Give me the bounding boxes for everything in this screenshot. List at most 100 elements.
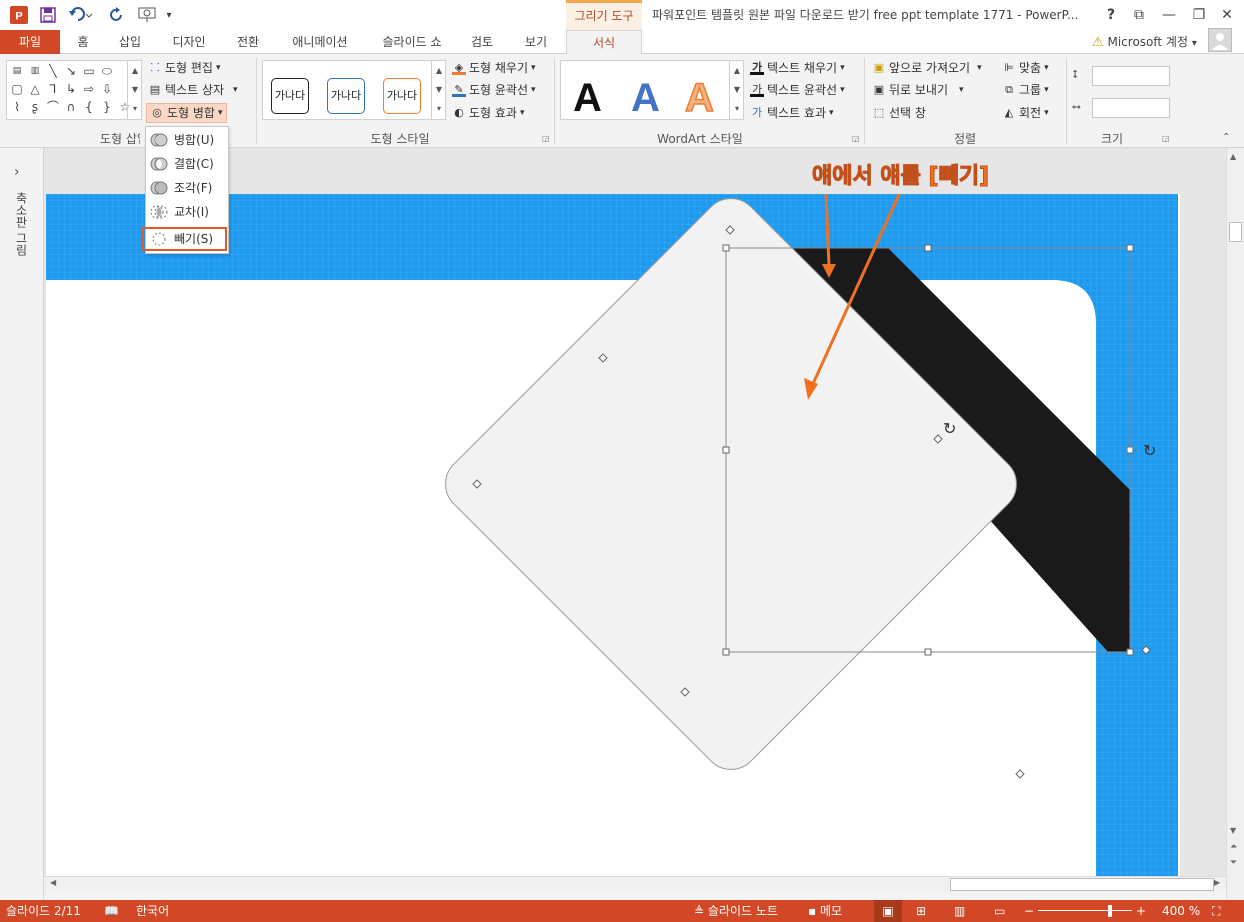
ribbon-options-button[interactable]: ⧉: [1126, 4, 1152, 26]
dialog-launcher-icon[interactable]: ◲: [852, 134, 860, 143]
line-shape-icon[interactable]: ╲: [45, 63, 61, 79]
reading-view-icon[interactable]: ▥: [954, 900, 965, 922]
vertical-scrollbar[interactable]: ▲ ▼ ⏶ ⏷: [1226, 148, 1244, 900]
group-button[interactable]: ⧉ 그룹 ▾: [1002, 80, 1049, 100]
normal-view-icon[interactable]: ▣: [874, 900, 902, 922]
freeform-shape-icon[interactable]: ⌇: [9, 99, 25, 115]
menu-item-intersect[interactable]: 교차(I): [150, 201, 226, 223]
tab-slideshow[interactable]: 슬라이드 쇼: [372, 30, 452, 54]
shape-fill-button[interactable]: ◈ 도형 채우기 ▾: [452, 58, 536, 78]
minimize-button[interactable]: —: [1156, 4, 1182, 26]
zoom-out-icon[interactable]: −: [1024, 900, 1034, 922]
shape-width-input[interactable]: [1092, 98, 1170, 118]
tab-home[interactable]: 홈: [70, 30, 96, 54]
menu-item-combine[interactable]: 결합(C): [150, 153, 226, 175]
right-arrow-shape-icon[interactable]: ⇨: [81, 81, 97, 97]
previous-slide-icon[interactable]: ⏶: [1230, 842, 1237, 852]
menu-item-union[interactable]: 병합(U): [150, 129, 226, 151]
elbow-arrow-shape-icon[interactable]: ↳: [63, 81, 79, 97]
comments-button[interactable]: ▪ 메모: [808, 900, 842, 922]
down-arrow-shape-icon[interactable]: ⇩: [99, 81, 115, 97]
redo-icon[interactable]: [106, 5, 128, 25]
expand-thumbnails-icon[interactable]: ›: [14, 164, 20, 180]
tab-view[interactable]: 보기: [516, 30, 556, 54]
restore-button[interactable]: ❐: [1186, 4, 1212, 26]
bring-forward-button[interactable]: ▣ 앞으로 가져오기 ▾: [872, 58, 982, 78]
rotate-button[interactable]: ◭ 회전 ▾: [1002, 103, 1049, 123]
wordart-gallery[interactable]: A A A ▲ ▼ ▾: [560, 60, 744, 123]
zoom-level[interactable]: 400 %: [1162, 900, 1200, 922]
arc-shape-icon[interactable]: ⌒: [45, 99, 61, 115]
shape-styles-gallery-scroll[interactable]: ▲ ▼ ▾: [431, 61, 446, 119]
shape-effects-button[interactable]: ◐ 도형 효과 ▾: [452, 103, 524, 123]
tab-format[interactable]: 서식: [566, 30, 642, 55]
elbow-connector-shape-icon[interactable]: ⅂: [45, 81, 61, 97]
fit-to-window-icon[interactable]: ⛶: [1212, 900, 1220, 922]
tab-review[interactable]: 검토: [464, 30, 500, 54]
shapes-gallery-scroll[interactable]: ▲ ▼ ▾: [127, 61, 142, 119]
dialog-launcher-icon[interactable]: ◲: [1162, 134, 1170, 143]
menu-item-fragment[interactable]: 조각(F): [150, 177, 226, 199]
wordart-style-orange[interactable]: A: [684, 73, 714, 123]
dialog-launcher-icon[interactable]: ◲: [542, 134, 550, 143]
textbox-shape-icon[interactable]: ▤: [9, 63, 25, 79]
notes-button[interactable]: ≜ 슬라이드 노트: [694, 900, 778, 922]
tab-transitions[interactable]: 전환: [228, 30, 268, 54]
right-brace-shape-icon[interactable]: }: [99, 99, 115, 115]
next-slide-icon[interactable]: ⏷: [1230, 858, 1237, 868]
curve-shape-icon[interactable]: ∩: [63, 99, 79, 115]
undo-icon[interactable]: [66, 5, 96, 25]
rounded-rectangle-shape-icon[interactable]: ▢: [9, 81, 25, 97]
slide-canvas[interactable]: ↻ ↻ 얘에서 얘를 [빼기]: [44, 148, 1226, 876]
help-button[interactable]: ?: [1098, 4, 1124, 26]
tab-design[interactable]: 디자인: [164, 30, 214, 54]
triangle-shape-icon[interactable]: △: [27, 81, 43, 97]
tab-animations[interactable]: 애니메이션: [282, 30, 358, 54]
scroll-down-icon[interactable]: ▼: [1230, 826, 1236, 835]
zoom-in-icon[interactable]: +: [1136, 900, 1146, 922]
wordart-style-black[interactable]: A: [573, 73, 602, 123]
spell-check-icon[interactable]: 📖: [104, 900, 119, 922]
horizontal-scroll-thumb[interactable]: [950, 878, 1214, 891]
shape-height-input[interactable]: [1092, 66, 1170, 86]
avatar[interactable]: [1208, 28, 1232, 52]
close-button[interactable]: ✕: [1214, 4, 1240, 26]
zoom-slider-thumb[interactable]: [1108, 905, 1112, 917]
text-box-button[interactable]: ▤ 텍스트 상자 ▾: [148, 80, 238, 100]
tab-file[interactable]: 파일: [0, 30, 60, 54]
rectangle-shape-icon[interactable]: ▭: [81, 63, 97, 79]
text-outline-button[interactable]: 가 텍스트 윤곽선 ▾: [750, 80, 845, 100]
thumbnail-panel[interactable]: › 축소판 그림: [0, 148, 44, 900]
send-backward-button[interactable]: ▣ 뒤로 보내기 ▾: [872, 80, 964, 100]
slide-sorter-icon[interactable]: ⊞: [916, 900, 926, 922]
chevron-down-icon[interactable]: ▾: [162, 5, 176, 25]
text-fill-button[interactable]: 가 텍스트 채우기 ▾: [750, 58, 845, 78]
scroll-left-icon[interactable]: ◀: [50, 878, 56, 887]
presentation-start-icon[interactable]: [136, 5, 160, 25]
tab-insert[interactable]: 삽입: [112, 30, 148, 54]
powerpoint-icon[interactable]: P: [8, 5, 30, 25]
merge-shapes-button[interactable]: ◎ 도형 병합 ▾: [146, 103, 227, 123]
scroll-right-icon[interactable]: ▶: [1214, 878, 1220, 887]
shape-style-orange[interactable]: 가나다: [383, 78, 421, 114]
account-area[interactable]: ⚠ Microsoft 계정 ▾: [1092, 30, 1197, 54]
shape-styles-gallery[interactable]: 가나다 가나다 가나다 ▲ ▼ ▾: [262, 60, 446, 120]
slide[interactable]: ↻ ↻: [46, 194, 1180, 876]
vertical-scroll-thumb[interactable]: [1229, 222, 1242, 242]
save-icon[interactable]: [38, 5, 58, 25]
slideshow-view-icon[interactable]: ▭: [994, 900, 1005, 922]
arrow-line-shape-icon[interactable]: ↘: [63, 63, 79, 79]
shape-style-blue[interactable]: 가나다: [327, 78, 365, 114]
oval-shape-icon[interactable]: ⬭: [99, 63, 115, 79]
menu-item-subtract[interactable]: 빼기(S): [141, 227, 227, 251]
edit-shape-button[interactable]: ⸬ 도형 편집 ▾: [148, 58, 220, 78]
zoom-slider[interactable]: [1038, 910, 1132, 911]
shape-style-black[interactable]: 가나다: [271, 78, 309, 114]
wordart-gallery-scroll[interactable]: ▲ ▼ ▾: [729, 61, 744, 119]
align-button[interactable]: ⊫ 맞춤 ▾: [1002, 58, 1048, 78]
shape-outline-button[interactable]: ✎ 도형 윤곽선 ▾: [452, 80, 536, 100]
left-brace-shape-icon[interactable]: {: [81, 99, 97, 115]
collapse-ribbon-icon[interactable]: ⌃: [1222, 132, 1230, 143]
language-indicator[interactable]: 한국어: [136, 900, 169, 922]
wordart-style-blue[interactable]: A: [631, 73, 660, 123]
